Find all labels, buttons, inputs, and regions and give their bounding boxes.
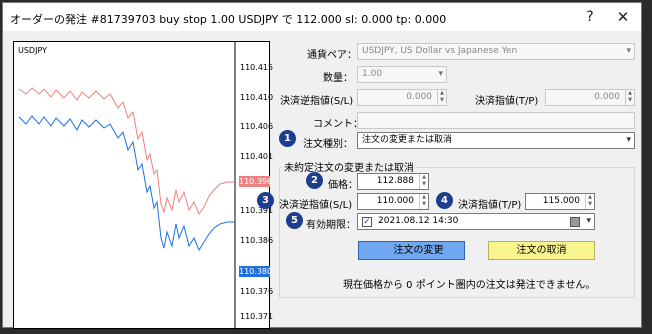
mod-sl-label: 決済逆指値(S/L): [279, 200, 353, 211]
symbol-value: USDJPY, US Dollar vs Japanese Yen: [362, 46, 518, 56]
modify-order-button[interactable]: 注文の変更: [358, 241, 465, 260]
price-axis-label: 110.406: [240, 122, 274, 131]
price-axis-label: 110.371: [240, 312, 274, 321]
volume-select[interactable]: 1.00 ▾: [357, 66, 447, 83]
sl-label: 決済逆指値(S/L): [280, 96, 354, 107]
window-title: オーダーの発注 #81739703 buy stop 1.00 USDJPY で…: [10, 13, 447, 26]
bid-price-tag: 110.380: [239, 266, 273, 277]
status-note: 現在価格から 0 ポイント圏内の注文は発注できません。: [343, 280, 596, 291]
step-badge-1: 1: [279, 130, 296, 147]
title-bar: オーダーの発注 #81739703 buy stop 1.00 USDJPY で…: [3, 3, 641, 31]
chevron-down-icon[interactable]: ▾: [586, 214, 591, 229]
tp-value: 0.000: [594, 92, 620, 102]
mod-tp-label: 決済指値(T/P): [458, 200, 522, 211]
mod-tp-value: 115.000: [542, 196, 580, 206]
chart-symbol: USDJPY: [18, 46, 47, 55]
expiry-datetime-picker[interactable]: ✓ 2021.08.12 14:30 ▾: [357, 213, 595, 230]
expiry-checkbox[interactable]: ✓: [362, 217, 372, 227]
order-type-label: 注文種別：: [303, 139, 353, 150]
price-value: 112.888: [376, 176, 414, 186]
calendar-icon[interactable]: [570, 217, 580, 227]
comment-label: コメント：: [313, 119, 363, 130]
comment-input[interactable]: [357, 112, 635, 129]
mod-tp-input[interactable]: 115.000 ▲ ▼: [525, 193, 595, 210]
tick-chart: USDJPY 110.415 110.410 110.406 110.401 1…: [13, 41, 274, 330]
order-type-select[interactable]: 注文の変更または取消 ▾: [357, 132, 635, 149]
price-axis-label: 110.386: [240, 236, 274, 245]
chevron-down-icon: ▾: [626, 46, 631, 56]
price-axis-label: 110.410: [240, 93, 274, 102]
step-badge-3: 3: [257, 192, 274, 209]
spinner-icon[interactable]: ▲ ▼: [585, 194, 594, 209]
volume-value: 1.00: [362, 69, 383, 79]
ask-line: [18, 87, 235, 216]
chart-plot: [18, 42, 236, 330]
chevron-down-icon: ▾: [626, 135, 631, 145]
spinner-icon[interactable]: ▲ ▼: [419, 194, 428, 209]
cancel-order-button[interactable]: 注文の取消: [488, 241, 595, 260]
sl-value: 0.000: [406, 92, 432, 102]
order-dialog: オーダーの発注 #81739703 buy stop 1.00 USDJPY で…: [2, 2, 642, 330]
price-axis-label: 110.376: [240, 287, 274, 296]
sl-input[interactable]: 0.000 ▲ ▼: [357, 89, 447, 106]
price-input[interactable]: 112.888 ▲ ▼: [357, 173, 429, 190]
chevron-down-icon: ▾: [438, 69, 443, 79]
symbol-label: 通貨ペア：: [307, 50, 357, 61]
help-button[interactable]: ?: [583, 9, 597, 25]
ask-price-tag: 110.396: [239, 176, 273, 187]
tp-label: 決済指値(T/P): [475, 96, 539, 107]
mod-sl-input[interactable]: 110.000 ▲ ▼: [357, 193, 429, 210]
expiry-value: 2021.08.12 14:30: [378, 216, 459, 226]
symbol-select[interactable]: USDJPY, US Dollar vs Japanese Yen ▾: [357, 43, 635, 60]
volume-label: 数量：: [323, 73, 353, 84]
expiry-label: 有効期限：: [306, 220, 356, 231]
bid-line: [18, 115, 235, 252]
spinner-icon[interactable]: ▲ ▼: [419, 174, 428, 189]
step-badge-2: 2: [306, 172, 323, 189]
modify-group-title: 未約定注文の変更または取消: [282, 159, 416, 174]
step-badge-4: 4: [436, 192, 453, 209]
price-label: 価格：: [328, 180, 358, 191]
order-type-value: 注文の変更または取消: [362, 135, 453, 145]
spinner-icon[interactable]: ▲ ▼: [625, 90, 634, 105]
spinner-icon[interactable]: ▲ ▼: [437, 90, 446, 105]
tp-input[interactable]: 0.000 ▲ ▼: [545, 89, 635, 106]
mod-sl-value: 110.000: [376, 196, 414, 206]
step-badge-5: 5: [286, 212, 303, 229]
close-button[interactable]: ✕: [616, 9, 630, 25]
price-axis-label: 110.415: [240, 63, 274, 72]
price-axis-label: 110.401: [240, 152, 274, 161]
